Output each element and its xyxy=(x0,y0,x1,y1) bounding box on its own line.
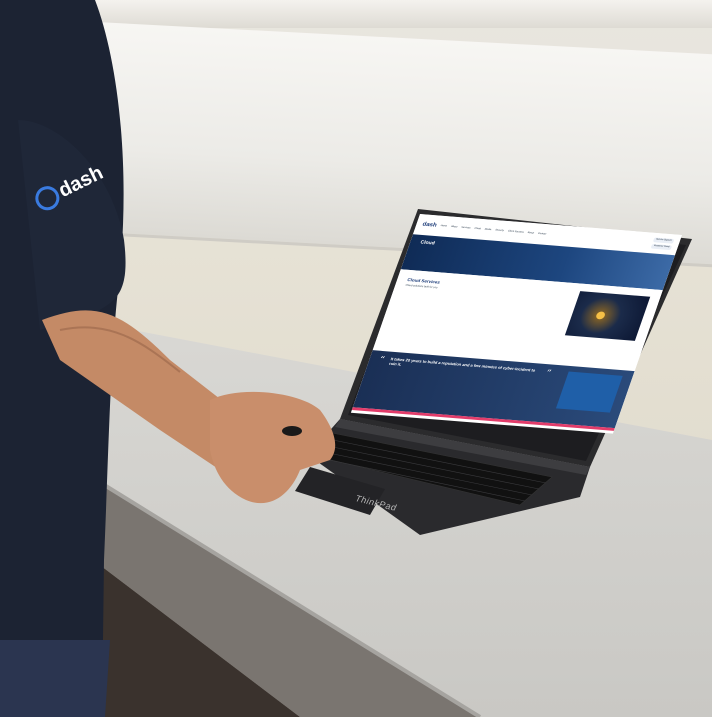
photo-scene: dash Home About Services Cloud Media Sec… xyxy=(0,0,712,717)
person xyxy=(0,0,336,717)
